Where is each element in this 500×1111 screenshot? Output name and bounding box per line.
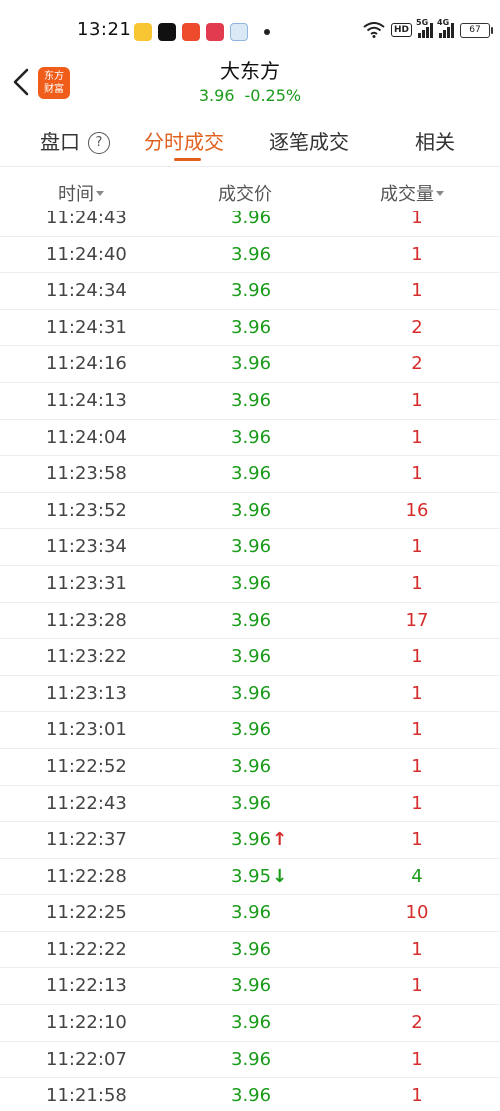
table-row: 11:24:04 3.96 1: [0, 420, 500, 457]
table-row: 11:24:43 3.96 1: [0, 211, 500, 237]
stock-change-percent: -0.25%: [244, 86, 302, 105]
trade-volume: 1: [411, 792, 423, 814]
table-row: 11:22:43 3.96 1: [0, 786, 500, 823]
table-row: 11:22:10 3.96 2: [0, 1005, 500, 1042]
table-row: 11:23:58 3.96 1: [0, 456, 500, 493]
table-row: 11:23:28 3.96 17: [0, 603, 500, 640]
sort-caret-icon: [96, 191, 104, 196]
help-icon[interactable]: ?: [88, 132, 110, 154]
sort-caret-icon: [436, 191, 444, 196]
trade-volume: 1: [411, 572, 423, 594]
column-header-time[interactable]: 时间: [58, 180, 104, 206]
battery-icon: 67: [460, 22, 493, 38]
signal-4g-icon: 4G: [437, 18, 454, 38]
status-time: 13:21: [77, 19, 132, 40]
table-row: 11:22:52 3.96 1: [0, 749, 500, 786]
tab-pankou[interactable]: 盘口?: [40, 126, 110, 155]
status-indicators: HD 5G 4G 67: [363, 18, 493, 38]
table-row: 11:21:58 3.96 1: [0, 1078, 500, 1111]
trade-volume: 10: [405, 902, 429, 924]
trade-volume: 1: [411, 1085, 423, 1107]
table-row: 11:24:31 3.96 2: [0, 310, 500, 347]
trade-volume: 1: [411, 536, 423, 558]
status-bar: 13:21 HD 5G 4G 67: [0, 0, 500, 60]
column-header-volume[interactable]: 成交量: [380, 180, 444, 206]
table-row: 11:23:52 3.96 16: [0, 493, 500, 530]
tab-tick-trades[interactable]: 逐笔成交: [269, 126, 349, 155]
trade-volume: 2: [411, 353, 423, 375]
trade-volume: 1: [411, 211, 423, 228]
table-row: 11:24:34 3.96 1: [0, 273, 500, 310]
tab-related[interactable]: 相关: [415, 126, 455, 155]
health-app-icon: [206, 23, 224, 41]
trade-volume: 1: [411, 1048, 423, 1070]
table-row: 11:22:25 3.96 10: [0, 895, 500, 932]
table-header: 时间 成交价 成交量: [0, 167, 500, 212]
cloud-app-icon: [230, 23, 248, 41]
table-row: 11:22:28 3.95↓ 4: [0, 859, 500, 896]
table-row: 11:22:37 3.96↑ 1: [0, 822, 500, 859]
trade-volume: 1: [411, 280, 423, 302]
active-tab-indicator: [174, 158, 201, 161]
table-row: 11:24:40 3.96 1: [0, 237, 500, 274]
stock-header: 东方 财富 大东方 3.96 -0.25%: [0, 55, 500, 115]
signal-5g-icon: 5G: [416, 18, 433, 38]
trade-volume: 2: [411, 1012, 423, 1034]
trade-volume: 1: [411, 389, 423, 411]
tab-time-sharing-trades[interactable]: 分时成交: [144, 126, 224, 155]
trade-volume: 16: [405, 499, 429, 521]
more-notifications-icon: [264, 29, 270, 35]
wifi-icon: [363, 22, 385, 38]
table-row: 11:23:13 3.96 1: [0, 676, 500, 713]
trade-volume: 2: [411, 316, 423, 338]
trade-volume: 1: [411, 829, 423, 851]
table-row: 11:23:01 3.96 1: [0, 712, 500, 749]
video-app-icon: [182, 23, 200, 41]
trade-volume: 1: [411, 975, 423, 997]
trade-volume: 4: [411, 865, 423, 887]
table-row: 11:23:31 3.96 1: [0, 566, 500, 603]
hd-voice-badge: HD: [390, 23, 412, 37]
table-row: 11:22:07 3.96 1: [0, 1042, 500, 1079]
table-row: 11:24:16 3.96 2: [0, 346, 500, 383]
trade-volume: 1: [411, 646, 423, 668]
trade-volume: 1: [411, 243, 423, 265]
shield-app-icon: [134, 23, 152, 41]
trade-volume: 1: [411, 463, 423, 485]
trade-volume: 1: [411, 682, 423, 704]
column-header-price: 成交价: [218, 184, 272, 205]
table-row: 11:23:34 3.96 1: [0, 529, 500, 566]
stock-quote: 3.96 -0.25%: [0, 86, 500, 105]
trade-volume: 1: [411, 719, 423, 741]
trade-volume: 1: [411, 426, 423, 448]
trade-volume: 1: [411, 755, 423, 777]
table-row: 11:22:13 3.96 1: [0, 968, 500, 1006]
table-row: 11:23:22 3.96 1: [0, 639, 500, 676]
stock-name: 大东方: [220, 59, 280, 83]
trade-list[interactable]: 11:24:43 3.96 1 11:24:40 3.96 1 11:24:34…: [0, 211, 500, 1111]
stock-price: 3.96: [198, 86, 235, 105]
tab-bar: 盘口? 分时成交 逐笔成交 相关: [0, 116, 500, 167]
tiktok-app-icon: [158, 23, 176, 41]
trade-list-rows: 11:24:43 3.96 1 11:24:40 3.96 1 11:24:34…: [0, 211, 500, 1111]
trade-volume: 17: [405, 609, 429, 631]
trade-volume: 1: [411, 938, 423, 960]
table-row: 11:24:13 3.96 1: [0, 383, 500, 420]
table-row: 11:22:22 3.96 1: [0, 932, 500, 969]
notification-icons: [134, 23, 270, 41]
